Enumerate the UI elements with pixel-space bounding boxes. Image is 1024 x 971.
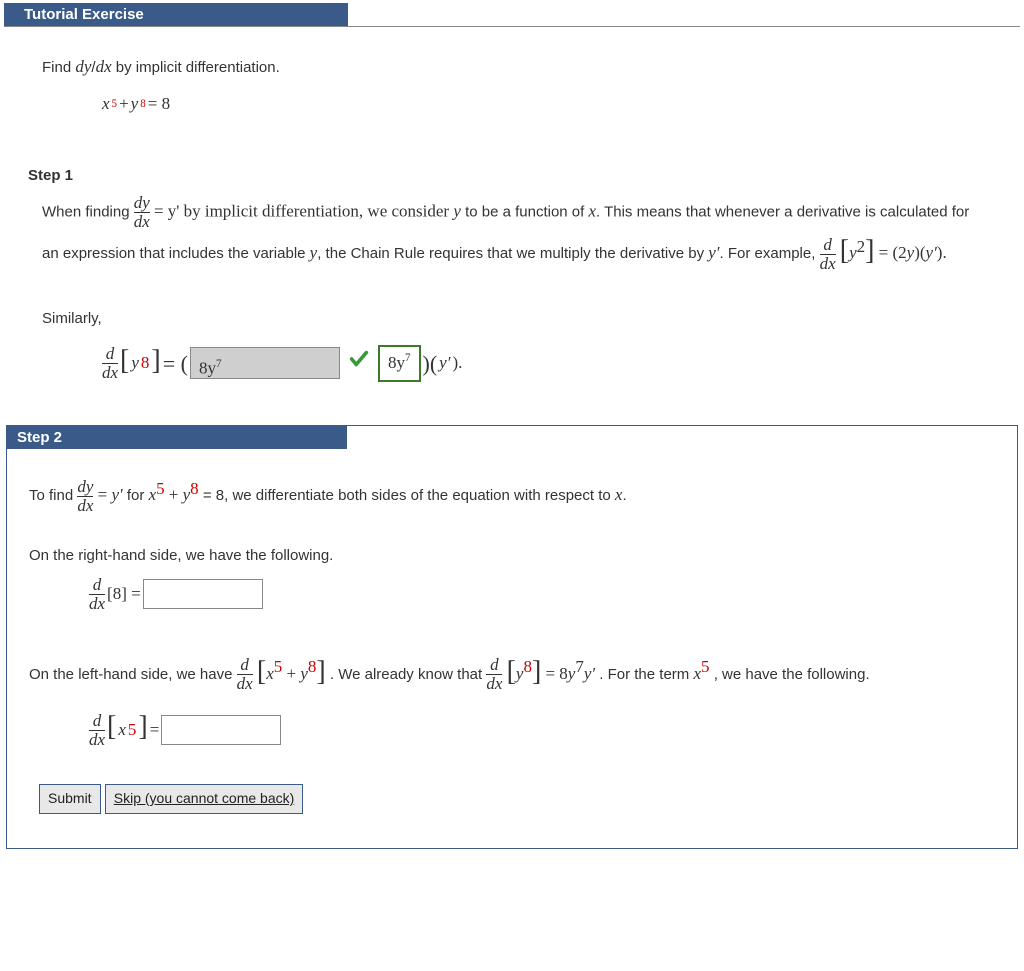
skip-button[interactable]: Skip (you cannot come back) <box>105 784 304 814</box>
fraction-d-dx: d dx <box>486 656 502 693</box>
step2-input-rhs[interactable] <box>143 579 263 609</box>
tutorial-title: Tutorial Exercise <box>18 3 348 26</box>
fraction-d-dx: d dx <box>89 712 105 749</box>
fraction-d-dx: d dx <box>89 576 105 613</box>
fraction-dy-dx: dy dx <box>77 478 93 515</box>
problem-prompt: Find dy/dx by implicit differentiation. <box>42 59 280 76</box>
step2-title: Step 2 <box>7 426 347 449</box>
step1-title: Step 1 <box>28 167 1020 184</box>
step1-content: When finding dy dx = y' by implicit diff… <box>4 194 1020 417</box>
problem-equation: x5 + y8 = 8 <box>102 90 982 119</box>
problem-statement: Find dy/dx by implicit differentiation. … <box>4 27 1020 149</box>
fraction-d-dx: d dx <box>237 656 253 693</box>
fraction-d-dx: d dx <box>102 345 118 382</box>
step2-input-lhs[interactable] <box>161 715 281 745</box>
step2-rhs-equation: d dx [8] = <box>89 576 995 613</box>
step2-panel: Step 2 To find dy dx = y′ for x5 + y8 = … <box>6 425 1018 849</box>
rhs-intro: On the right-hand side, we have the foll… <box>29 543 995 569</box>
step1-similar-equation: d dx [y8] = ( 8y7 8y7 )(y′). <box>102 340 982 388</box>
step1-locked-answer: 8y7 <box>190 347 340 379</box>
fraction-dy-dx: dy dx <box>134 194 150 231</box>
similarly-label: Similarly, <box>42 306 982 332</box>
tutorial-header: Tutorial Exercise <box>4 3 1020 27</box>
step1-correct-answer: 8y7 <box>378 345 421 382</box>
checkmark-icon <box>348 348 370 379</box>
step2-lhs-equation: d dx [x5] = <box>89 706 995 754</box>
submit-button[interactable]: Submit <box>39 784 101 814</box>
fraction-d-dx: d dx <box>820 236 836 273</box>
